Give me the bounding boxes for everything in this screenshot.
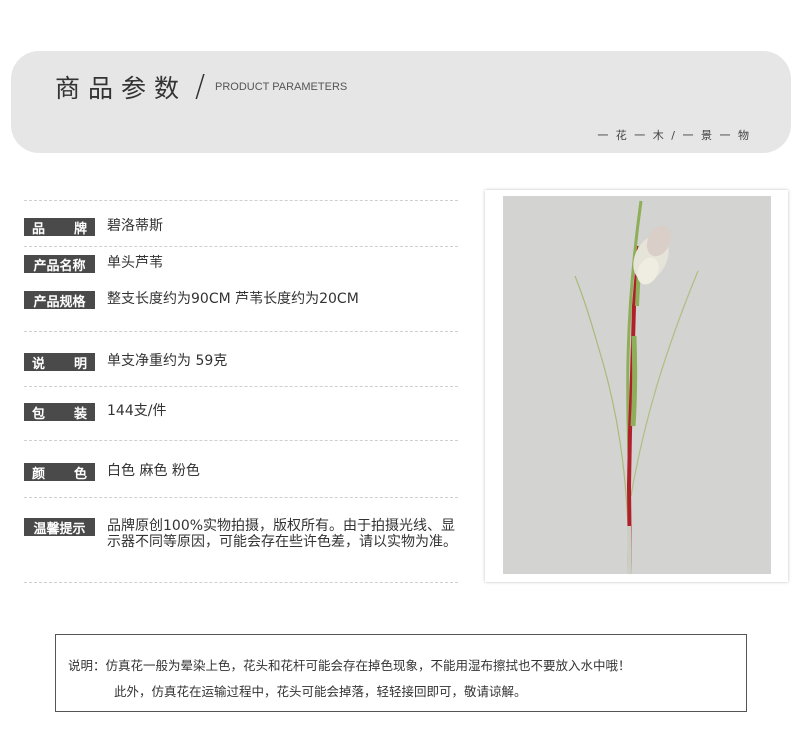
param-row-desc: 说明 单支净重约为 59克	[24, 353, 228, 372]
param-label: 颜色	[24, 463, 95, 482]
param-label: 说明	[24, 353, 95, 372]
notice-line-1: 说明：仿真花一般为晕染上色，花头和花杆可能会存在掉色现象，不能用湿布擦拭也不要放…	[68, 658, 631, 673]
product-photo-frame	[485, 190, 788, 582]
param-value: 品牌原创100%实物拍摄，版权所有。由于拍摄光线、显示器不同等原因，可能会存在些…	[107, 518, 457, 550]
param-row-brand: 品牌 碧洛蒂斯	[24, 218, 163, 237]
param-value: 碧洛蒂斯	[107, 218, 163, 234]
param-row-color: 颜色 白色 麻色 粉色	[24, 463, 200, 482]
divider	[24, 497, 458, 498]
param-label: 包装	[24, 403, 95, 422]
divider	[24, 331, 458, 332]
param-value: 144支/件	[107, 403, 167, 419]
notice-box: 说明：仿真花一般为晕染上色，花头和花杆可能会存在掉色现象，不能用湿布擦拭也不要放…	[55, 634, 747, 712]
param-label: 产品名称	[24, 255, 95, 274]
title-slash: /	[195, 69, 206, 104]
param-row-spec: 产品规格 整支长度约为90CM 芦苇长度约为20CM	[24, 291, 359, 310]
divider	[24, 386, 458, 387]
divider	[24, 200, 458, 201]
page-subtitle: PRODUCT PARAMETERS	[215, 81, 348, 93]
param-row-name: 产品名称 单头芦苇	[24, 255, 163, 274]
param-label: 温馨提示	[24, 518, 95, 537]
header-banner: 商品参数 / PRODUCT PARAMETERS 一 花 一 木 / 一 景 …	[11, 51, 791, 153]
divider	[24, 582, 458, 583]
notice-line-2: 此外，仿真花在运输过程中，花头可能会掉落，轻轻接回即可，敬请谅解。	[114, 684, 527, 699]
param-value: 白色 麻色 粉色	[107, 463, 200, 479]
divider	[24, 246, 458, 247]
divider	[24, 440, 458, 441]
param-row-tip: 温馨提示 品牌原创100%实物拍摄，版权所有。由于拍摄光线、显示器不同等原因，可…	[24, 518, 462, 550]
param-row-package: 包装 144支/件	[24, 403, 167, 422]
param-value: 单支净重约为 59克	[107, 353, 228, 369]
param-value: 单头芦苇	[107, 255, 163, 271]
param-label: 品牌	[24, 218, 95, 237]
product-photo	[503, 196, 771, 574]
param-value: 整支长度约为90CM 芦苇长度约为20CM	[107, 291, 359, 307]
reed-illustration	[574, 200, 699, 574]
param-label: 产品规格	[24, 291, 95, 310]
motto: 一 花 一 木 / 一 景 一 物	[597, 129, 751, 142]
page-title: 商品参数	[55, 74, 188, 103]
